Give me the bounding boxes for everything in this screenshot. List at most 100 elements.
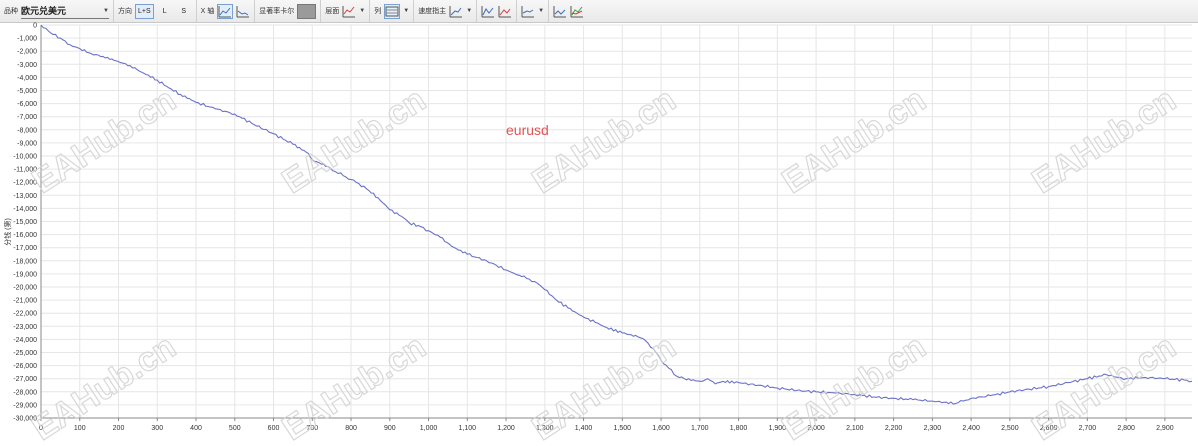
- x-tick-label: 2,700: [1079, 425, 1097, 432]
- x-tick-label: 1,600: [652, 425, 670, 432]
- watermark-text: EAHub.cn: [26, 81, 183, 201]
- y-tick-label: -20,000: [13, 285, 37, 292]
- chart-view-2-icon[interactable]: [498, 5, 512, 18]
- x-tick-label: 2,500: [1001, 425, 1019, 432]
- y-tick-label: -3,000: [17, 62, 37, 69]
- x-tick-label: 200: [113, 425, 125, 432]
- view-group-3: [549, 0, 588, 22]
- levels-dropdown-icon[interactable]: ▼: [359, 8, 365, 14]
- view-group-1: [477, 0, 518, 22]
- x-tick-label: 900: [384, 425, 396, 432]
- y-tick-label: -13,000: [13, 193, 37, 200]
- x-tick-label: 1,800: [730, 425, 748, 432]
- xaxis-time-icon[interactable]: [236, 5, 250, 18]
- symbol-group: 品种 欧元兑美元 ▼: [0, 0, 114, 22]
- speed-group: 速度指主 ▼: [414, 0, 478, 22]
- y-tick-label: -16,000: [13, 232, 37, 239]
- toolbar: 品种 欧元兑美元 ▼ 方向 L+S L S X 轴 显著率卡尔 层面 ▼ 列 ▼…: [0, 0, 1198, 23]
- y-tick-label: -25,000: [13, 350, 37, 357]
- y-tick-label: -18,000: [13, 258, 37, 265]
- y-tick-label: -17,000: [13, 245, 37, 252]
- y-tick-label: -22,000: [13, 311, 37, 318]
- watermark-text: EAHub.cn: [26, 328, 183, 441]
- x-tick-label: 1,000: [420, 425, 438, 432]
- y-tick-label: -8,000: [17, 127, 37, 134]
- x-tick-label: 2,800: [1117, 425, 1135, 432]
- equity-chart: 0 -1,000 -2,000 -3,000 -4,000 -5,000 -6,000 -7,…: [3, 23, 1193, 446]
- direction-long-button[interactable]: L: [157, 5, 173, 18]
- x-tick-label: 800: [345, 425, 357, 432]
- chart-view-4-icon[interactable]: [553, 5, 567, 18]
- view-group-2: ▼: [517, 0, 550, 22]
- x-tick-label: 2,900: [1156, 425, 1174, 432]
- view-dropdown-icon[interactable]: ▼: [538, 8, 544, 14]
- y-tick-label: -14,000: [13, 206, 37, 213]
- watermark-text: EAHub.cn: [276, 328, 433, 441]
- columns-dropdown-icon[interactable]: ▼: [403, 8, 409, 14]
- watermark-text: EAHub.cn: [526, 328, 683, 441]
- direction-label: 方向: [118, 8, 132, 15]
- xaxis-label: X 轴: [200, 8, 215, 15]
- x-tick-label: 2,400: [962, 425, 980, 432]
- x-tick-label: 1,500: [614, 425, 632, 432]
- xaxis-group: X 轴: [197, 0, 256, 22]
- y-tick-labels: 0 -1,000 -2,000 -3,000 -4,000 -5,000 -6,000 -7,…: [13, 23, 37, 423]
- x-tick-label: 400: [190, 425, 202, 432]
- chart-area: 0 -1,000 -2,000 -3,000 -4,000 -5,000 -6,000 -7,…: [0, 22, 1198, 446]
- direction-both-button[interactable]: L+S: [135, 3, 154, 19]
- xaxis-trade-icon[interactable]: [217, 3, 234, 19]
- watermark-text: EAHub.cn: [776, 328, 933, 441]
- watermark-text: EAHub.cn: [526, 81, 683, 201]
- y-tick-label: 0: [33, 23, 37, 30]
- y-tick-label: -29,000: [13, 402, 37, 409]
- chart-view-3-icon[interactable]: [521, 5, 535, 18]
- crosshair-group: 显著率卡尔: [255, 0, 322, 22]
- chart-annotation: eurusd: [506, 122, 549, 138]
- y-tick-label: -27,000: [13, 376, 37, 383]
- y-tick-label: -5,000: [17, 88, 37, 95]
- x-tick-label: 1,100: [459, 425, 477, 432]
- x-tick-label: 300: [151, 425, 163, 432]
- direction-group: 方向 L+S L S: [114, 0, 197, 22]
- speed-dropdown-icon[interactable]: ▼: [466, 8, 472, 14]
- chart-view-5-icon[interactable]: [570, 5, 584, 18]
- watermark-text: EAHub.cn: [776, 81, 933, 201]
- x-tick-label: 2,200: [885, 425, 903, 432]
- columns-group: 列 ▼: [370, 0, 415, 22]
- series-line-0: [40, 24, 1193, 405]
- y-tick-label: -1,000: [17, 36, 37, 43]
- speed-label: 速度指主: [418, 8, 447, 15]
- speed-chart-icon[interactable]: [449, 5, 463, 18]
- levels-chart-icon[interactable]: [342, 5, 356, 18]
- crosshair-label: 显著率卡尔: [259, 8, 295, 15]
- y-tick-label: -23,000: [13, 324, 37, 331]
- y-tick-label: -19,000: [13, 271, 37, 278]
- crosshair-toggle[interactable]: [297, 3, 317, 19]
- watermark-text: EAHub.cn: [276, 81, 433, 201]
- y-tick-label: -9,000: [17, 140, 37, 147]
- symbol-select[interactable]: 欧元兑美元 ▼: [21, 4, 109, 19]
- y-tick-label: -6,000: [17, 101, 37, 108]
- levels-label: 层面: [325, 8, 340, 15]
- y-tick-label: -26,000: [13, 363, 37, 370]
- columns-table-icon[interactable]: [384, 3, 401, 19]
- x-tick-label: 1,200: [497, 425, 515, 432]
- chevron-down-icon: ▼: [103, 7, 109, 14]
- y-tick-label: -21,000: [13, 298, 37, 305]
- series-group: [40, 24, 1193, 405]
- y-axis-label: 分钱 (第): [3, 218, 12, 246]
- y-tick-label: -28,000: [13, 389, 37, 396]
- x-tick-label: 1,700: [691, 425, 709, 432]
- symbol-label: 品种: [4, 8, 18, 15]
- symbol-value: 欧元兑美元: [21, 6, 67, 16]
- x-tick-label: 2,300: [924, 425, 942, 432]
- y-tick-label: -2,000: [17, 49, 37, 56]
- levels-group: 层面 ▼: [321, 0, 371, 22]
- y-tick-label: -10,000: [13, 154, 37, 161]
- y-tick-label: -7,000: [17, 114, 37, 121]
- x-tick-labels: 0 100 200 300 400 500 600 700 800 900 1,000 1,100 1,…: [39, 418, 1174, 432]
- direction-short-button[interactable]: S: [176, 5, 192, 18]
- x-tick-label: 2,100: [846, 425, 864, 432]
- chart-view-1-icon[interactable]: [481, 5, 495, 18]
- y-tick-label: -15,000: [13, 219, 37, 226]
